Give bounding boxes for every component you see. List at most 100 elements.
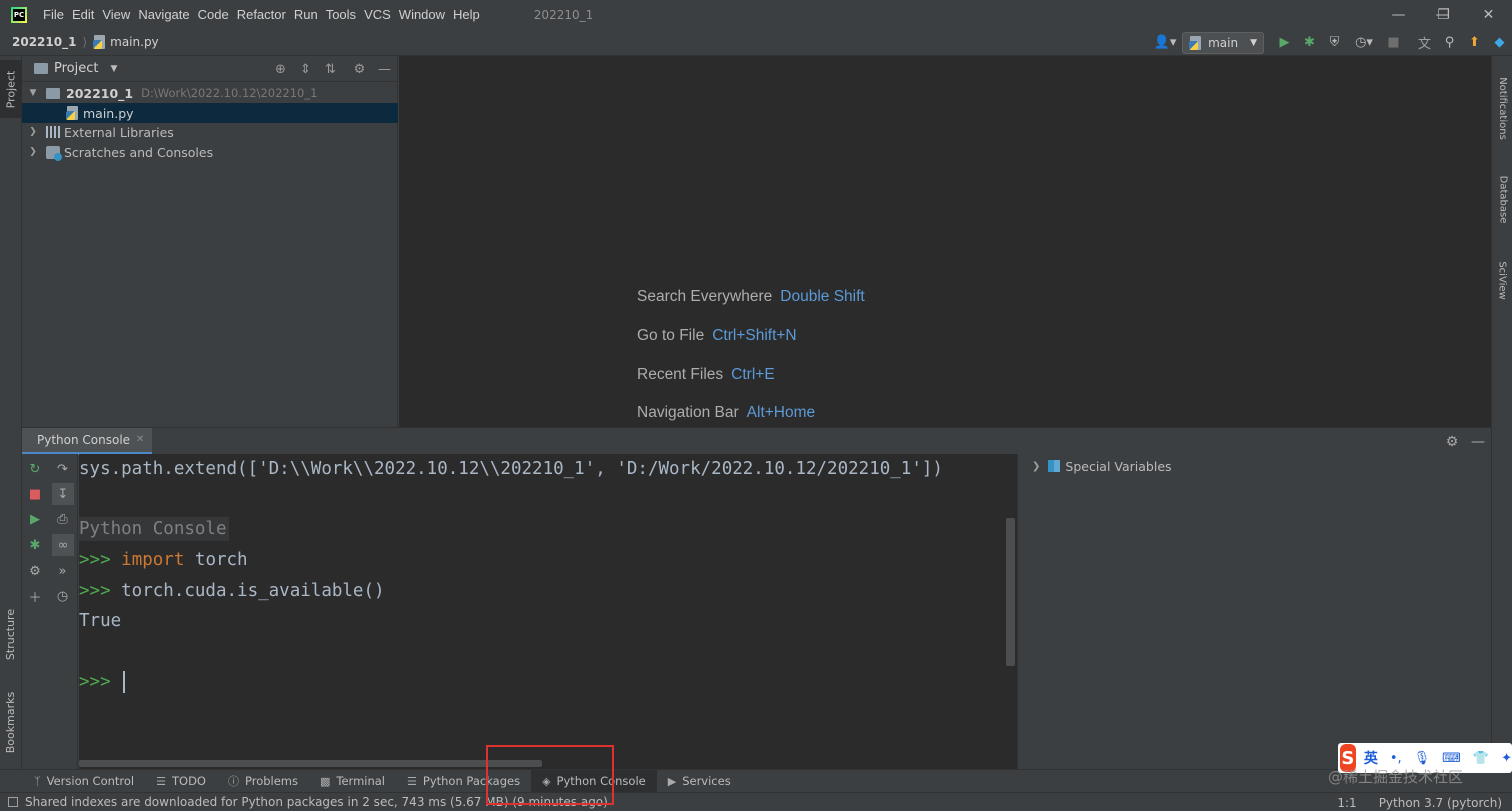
breadcrumb-project[interactable]: 202210_1 (12, 35, 76, 49)
stop-icon[interactable]: ■ (22, 483, 48, 505)
sciview-tool-tab[interactable]: SciView (1492, 250, 1512, 310)
tab-python-console[interactable]: Python Console ✕ (22, 427, 153, 455)
tree-item-main-py[interactable]: main.py (22, 103, 398, 123)
menu-tools[interactable]: Tools (322, 0, 360, 29)
hide-icon[interactable]: — (372, 62, 397, 77)
hide-icon[interactable]: — (1465, 434, 1491, 450)
minimize-icon[interactable]: — (1376, 0, 1421, 29)
close-icon[interactable]: ✕ (1466, 0, 1511, 29)
tab-problems[interactable]: ⓘ Problems (217, 770, 309, 793)
hint-navigation-bar: Navigation Bar Alt+Home (637, 404, 815, 422)
translate-icon[interactable]: 文 (1412, 29, 1437, 56)
menu-refactor[interactable]: Refactor (233, 0, 290, 29)
chevron-down-icon[interactable]: ▼ (110, 64, 117, 74)
punctuation-icon[interactable]: •, (1390, 751, 1402, 766)
command-queue-icon[interactable]: » (48, 560, 77, 582)
pycharm-logo-icon (11, 6, 27, 23)
chevron-right-icon[interactable]: ❯ (1032, 461, 1040, 472)
special-variables-label: Special Variables (1065, 458, 1172, 474)
console-input-line[interactable]: >>> (79, 670, 126, 694)
apps-icon[interactable]: ✦ (1501, 751, 1512, 766)
caret-position[interactable]: 1:1 (1337, 796, 1356, 810)
special-variables-row[interactable]: ❯ Special Variables (1032, 456, 1172, 476)
database-tool-tab[interactable]: Database (1492, 166, 1512, 232)
menu-navigate[interactable]: Navigate (134, 0, 193, 29)
coverage-icon[interactable]: ⛨ (1322, 29, 1347, 56)
tree-item-external-libraries[interactable]: ❯ External Libraries (22, 122, 398, 142)
skin-icon[interactable]: 👕 (1473, 751, 1489, 766)
hint-shortcut: Alt+Home (746, 404, 816, 421)
menu-view[interactable]: View (98, 0, 134, 29)
chevron-right-icon[interactable]: ❯ (26, 147, 40, 157)
expand-all-icon[interactable]: ⇕ (293, 62, 318, 77)
text-caret (123, 671, 126, 693)
rerun-icon[interactable]: ↻ (22, 458, 48, 480)
settings-icon[interactable]: ⚙ (22, 560, 48, 582)
menu-window[interactable]: Window (395, 0, 449, 29)
history-icon[interactable]: ◷ (48, 585, 77, 607)
locate-icon[interactable]: ⊕ (268, 62, 293, 77)
collapse-all-icon[interactable]: ⇅ (318, 62, 343, 77)
status-message[interactable]: Shared indexes are downloaded for Python… (25, 795, 608, 809)
run-configuration-select[interactable]: main ▼ (1182, 31, 1264, 54)
tree-item-scratches[interactable]: ❯ Scratches and Consoles (22, 142, 398, 162)
ime-language-label[interactable]: 英 (1364, 748, 1378, 768)
close-icon[interactable]: ✕ (136, 434, 144, 445)
keyboard-icon[interactable]: ⌨ (1442, 751, 1461, 766)
breadcrumb-file[interactable]: main.py (110, 35, 159, 49)
hint-label: Go to File (637, 327, 705, 344)
tree-item-label: main.py (83, 105, 134, 121)
plugin-icon[interactable]: ◆ (1487, 29, 1512, 56)
project-panel-title[interactable]: Project (54, 61, 98, 76)
print-icon[interactable]: ⎙ (48, 508, 77, 530)
console-line-syspath: sys.path.extend(['D:\\Work\\2022.10.12\\… (79, 459, 943, 479)
notifications-tool-tab[interactable]: Notifications (1492, 66, 1512, 150)
tab-terminal[interactable]: ▩ Terminal (309, 770, 396, 793)
structure-tool-tab[interactable]: Structure (0, 596, 22, 672)
menu-help[interactable]: Help (449, 0, 484, 29)
tree-item-project-root[interactable]: ▼ 202210_1 D:\Work\2022.10.12\202210_1 (22, 83, 398, 103)
soft-wrap-icon[interactable]: ↷ (48, 458, 77, 480)
interpreter-widget[interactable]: Python 3.7 (pytorch) (1379, 796, 1502, 810)
editor-empty-area: Search Everywhere Double Shift Go to File… (399, 56, 1491, 427)
menu-run[interactable]: Run (290, 0, 322, 29)
scroll-to-end-icon[interactable]: ↧ (52, 483, 74, 505)
tab-services[interactable]: ▶ Services (657, 770, 742, 793)
menu-edit[interactable]: Edit (68, 0, 98, 29)
search-icon[interactable]: ⚲ (1437, 29, 1462, 56)
tab-python-packages[interactable]: ☰ Python Packages (396, 770, 531, 793)
menu-code[interactable]: Code (194, 0, 233, 29)
show-variables-icon[interactable]: ∞ (52, 534, 74, 556)
debug-icon[interactable]: ✱ (1297, 29, 1322, 56)
user-icon[interactable]: 👤▾ (1148, 29, 1182, 56)
bookmarks-tool-tab[interactable]: Bookmarks (0, 682, 22, 762)
debug-icon[interactable]: ✱ (22, 534, 48, 556)
tool-windows-toggle-icon[interactable] (8, 797, 18, 807)
chevron-down-icon: ▼ (1250, 37, 1257, 48)
tab-python-console-bottom[interactable]: ◈ Python Console (531, 769, 657, 793)
tab-todo[interactable]: ☰ TODO (145, 770, 217, 793)
console-prompt: >>> (79, 550, 111, 570)
menu-file[interactable]: File (39, 0, 68, 29)
stop-icon[interactable]: ■ (1381, 29, 1406, 56)
project-tool-tab[interactable]: Project (0, 60, 22, 118)
profile-icon[interactable]: ◷▾ (1347, 29, 1381, 56)
vertical-scrollbar[interactable] (1006, 518, 1015, 666)
python-console-icon: ◈ (542, 774, 551, 788)
microphone-icon[interactable]: 🎙 (1414, 751, 1431, 766)
add-icon[interactable]: ＋ (22, 585, 48, 607)
hint-label: Navigation Bar (637, 404, 739, 421)
maximize-icon[interactable]: ❐ (1421, 0, 1466, 29)
console-output[interactable]: sys.path.extend(['D:\\Work\\2022.10.12\\… (79, 454, 1017, 769)
menu-vcs[interactable]: VCS (360, 0, 395, 29)
run-icon[interactable]: ▶ (22, 508, 48, 530)
chevron-down-icon[interactable]: ▼ (26, 88, 40, 98)
run-icon[interactable]: ▶ (1272, 29, 1297, 56)
notifications-tool-label: Notifications (1497, 76, 1508, 140)
horizontal-scrollbar[interactable] (79, 760, 542, 767)
update-icon[interactable]: ⬆ (1462, 29, 1487, 56)
chevron-right-icon[interactable]: ❯ (26, 127, 40, 137)
gear-icon[interactable]: ⚙ (1439, 434, 1465, 450)
gear-icon[interactable]: ⚙ (347, 62, 372, 77)
tab-version-control[interactable]: ᛉ Version Control (0, 770, 145, 793)
